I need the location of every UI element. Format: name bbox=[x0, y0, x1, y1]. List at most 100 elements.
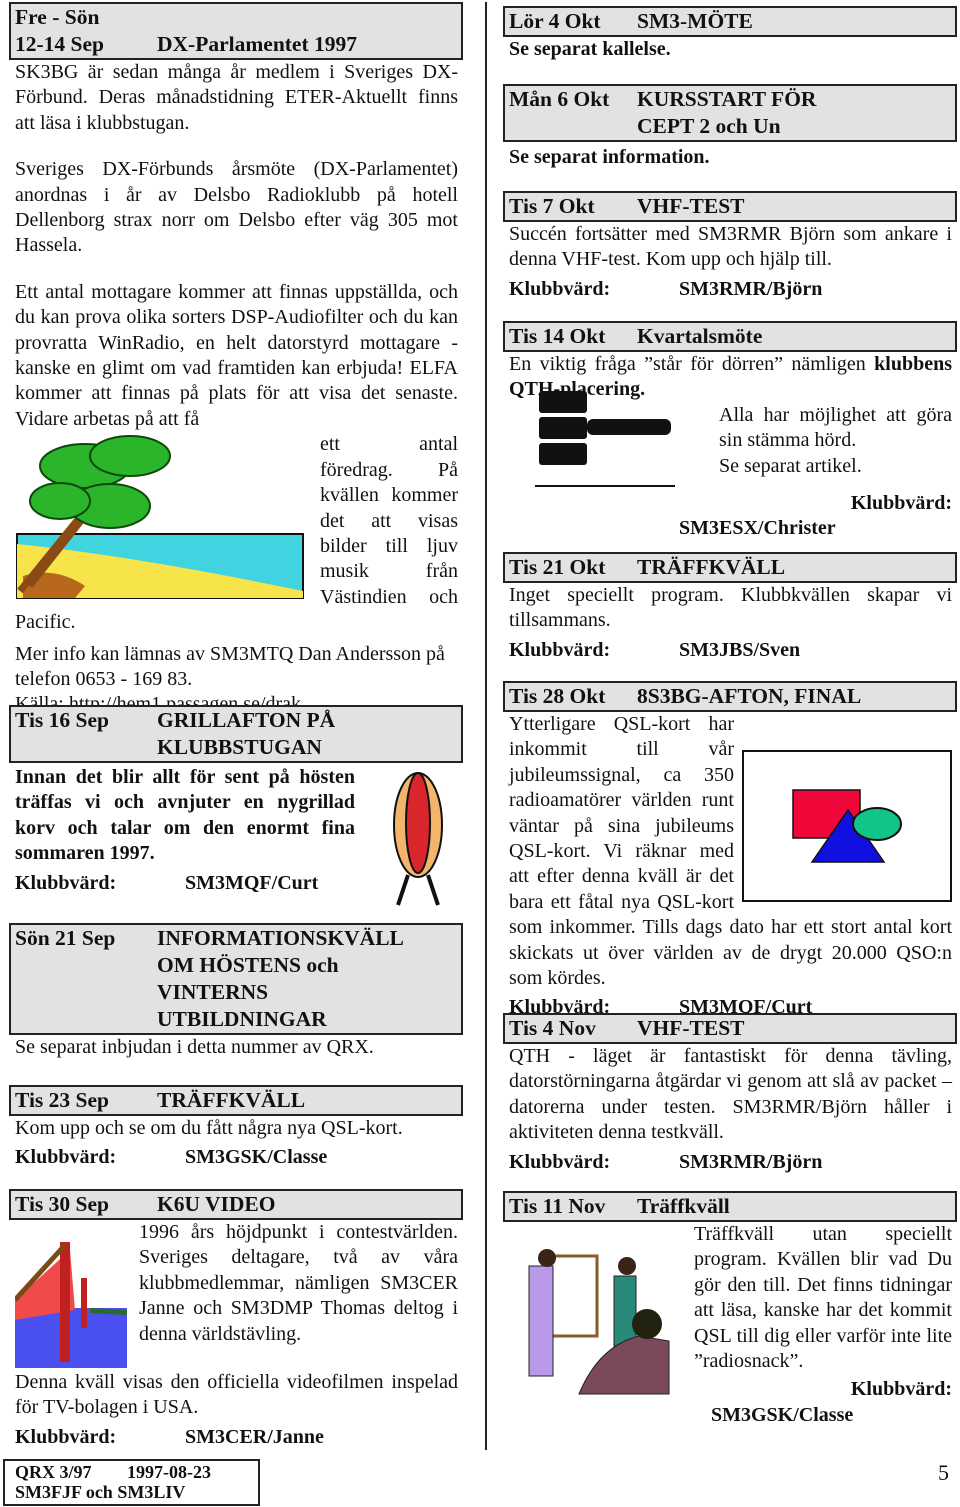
event-date: Tis 23 Sep bbox=[15, 1088, 109, 1112]
event-header: Tis 4 Nov VHF-TEST bbox=[503, 1013, 957, 1044]
event-date: Tis 14 Okt bbox=[509, 324, 606, 348]
club-host: Klubbvärd: SM3CER/Janne bbox=[15, 1425, 458, 1450]
event-title: K6U VIDEO bbox=[157, 1192, 276, 1216]
event-header: Tis 30 Sep K6U VIDEO bbox=[9, 1189, 463, 1220]
club-host: Klubbvärd: SM3MQF/Curt bbox=[15, 871, 378, 896]
event-date: Tis 16 Sep bbox=[15, 708, 109, 732]
event-title: CEPT 2 och Un bbox=[637, 114, 781, 138]
paragraph: telefon 0653 - 169 83. bbox=[15, 667, 193, 690]
event-title: UTBILDNINGAR bbox=[157, 1007, 327, 1031]
event-traffkvall-11nov: Tis 11 Nov Träffkväll Träffkväll utan spe… bbox=[503, 1191, 957, 1428]
paragraph: Kom upp och se om du fått några nya QSL-… bbox=[15, 1117, 403, 1139]
event-traffkvall-21okt: Tis 21 Okt TRÄFFKVÄLL Inget speciellt pro… bbox=[503, 552, 957, 663]
event-date: Sön 21 Sep bbox=[15, 926, 116, 950]
host-value: SM3GSK/Classe bbox=[185, 1146, 328, 1169]
host-value: SM3JBS/Sven bbox=[679, 638, 801, 661]
event-header: Tis 14 Okt Kvartalsmöte bbox=[503, 321, 957, 352]
event-title: KLUBBSTUGAN bbox=[157, 735, 322, 759]
paragraph: Denna kväll visas den officiella videofi… bbox=[15, 1371, 458, 1419]
event-kursstart: Mån 6 Okt KURSSTART FÖR CEPT 2 och Un Se … bbox=[503, 84, 957, 170]
event-header: Sön 21 Sep INFORMATIONSKVÄLL OM HÖSTENS o… bbox=[9, 923, 463, 1035]
event-title: DX-Parlamentet 1997 bbox=[157, 32, 358, 56]
host-label: Klubbvärd: bbox=[15, 1146, 117, 1169]
event-title: VHF-TEST bbox=[637, 1016, 745, 1040]
event-title: VHF-TEST bbox=[637, 194, 745, 218]
editors: SM3FJF och SM3LIV bbox=[15, 1482, 186, 1502]
event-header: Tis 21 Okt TRÄFFKVÄLL bbox=[503, 552, 957, 583]
golden-gate-bridge-image bbox=[13, 1220, 139, 1370]
event-informationskvall: Sön 21 Sep INFORMATIONSKVÄLL OM HÖSTENS o… bbox=[9, 923, 463, 1060]
event-title: KURSSTART FÖR bbox=[637, 87, 817, 111]
host-value: SM3RMR/Björn bbox=[679, 277, 823, 300]
host-value: SM3MQF/Curt bbox=[185, 871, 319, 894]
host-label: Klubbvärd: bbox=[15, 1425, 117, 1448]
event-title: SM3-MÖTE bbox=[637, 9, 753, 33]
event-header: Mån 6 Okt KURSSTART FÖR CEPT 2 och Un bbox=[503, 84, 957, 142]
paragraph: SK3BG är sedan många år medlem i Sverige… bbox=[15, 61, 458, 134]
paragraph: Inget speciellt program. Klubbkvällen sk… bbox=[509, 584, 952, 632]
club-host: Klubbvärd: SM3GSK/Classe bbox=[15, 1145, 458, 1170]
host-value: SM3RMR/Björn bbox=[679, 1150, 823, 1173]
paragraph: Innan det blir allt för sent på hösten t… bbox=[15, 766, 355, 865]
event-date: Fre - Sön bbox=[15, 5, 100, 29]
issue-date: 1997-08-23 bbox=[127, 1462, 211, 1482]
event-header: Tis 16 Sep GRILLAFTON PÅ KLUBBSTUGAN bbox=[9, 705, 463, 763]
event-title: 8S3BG-AFTON, FINAL bbox=[637, 684, 862, 708]
host-label: Klubbvärd: bbox=[15, 871, 117, 894]
event-header: Tis 7 Okt VHF-TEST bbox=[503, 191, 957, 222]
club-host: Klubbvärd: SM3JBS/Sven bbox=[509, 638, 952, 663]
host-value: SM3ESX/Christer bbox=[679, 517, 836, 540]
paragraph: Mer info kan lämnas av SM3MTQ Dan Anders… bbox=[15, 642, 445, 665]
event-title: GRILLAFTON PÅ bbox=[157, 708, 336, 732]
meeting-people-image bbox=[519, 1246, 694, 1396]
paragraph: QTH - läget är fantastiskt för denna täv… bbox=[509, 1045, 952, 1144]
event-grillafton: Tis 16 Sep GRILLAFTON PÅ KLUBBSTUGAN Inna… bbox=[9, 705, 463, 915]
event-title: TRÄFFKVÄLL bbox=[157, 1088, 306, 1112]
paragraph: En viktig fråga ”står för dörren” nämlig… bbox=[509, 353, 866, 375]
event-date: Tis 4 Nov bbox=[509, 1016, 596, 1040]
event-title: Träffkväll bbox=[637, 1194, 730, 1218]
event-header: Tis 23 Sep TRÄFFKVÄLL bbox=[9, 1085, 463, 1116]
paragraph: Se separat information. bbox=[509, 146, 710, 168]
host-label: Klubbvärd: bbox=[509, 638, 611, 661]
host-value: SM3CER/Janne bbox=[185, 1425, 324, 1448]
column-divider bbox=[485, 2, 487, 1450]
club-host: Klubbvärd: SM3RMR/Björn bbox=[509, 1150, 952, 1175]
event-header: Tis 11 Nov Träffkväll bbox=[503, 1191, 957, 1222]
event-date: Tis 11 Nov bbox=[509, 1194, 606, 1218]
host-label: Klubbvärd: bbox=[509, 277, 611, 300]
paragraph: Sveriges DX-Förbunds årsmöte (DX-Parlame… bbox=[15, 158, 458, 257]
event-kvartalsmote: Tis 14 Okt Kvartalsmöte En viktig fråga ”… bbox=[503, 321, 957, 542]
event-date: Tis 21 Okt bbox=[509, 555, 606, 579]
event-date: Lör 4 Okt bbox=[509, 9, 601, 33]
event-title: TRÄFFKVÄLL bbox=[637, 555, 786, 579]
event-traffkvall-23sep: Tis 23 Sep TRÄFFKVÄLL Kom upp och se om d… bbox=[9, 1085, 463, 1171]
event-date: Tis 7 Okt bbox=[509, 194, 595, 218]
club-host: Klubbvärd: SM3RMR/Björn bbox=[509, 277, 952, 302]
event-title: OM HÖSTENS och bbox=[157, 953, 339, 977]
event-date: Tis 30 Sep bbox=[15, 1192, 109, 1216]
issue-number: QRX 3/97 bbox=[15, 1462, 92, 1482]
event-header: Lör 4 Okt SM3-MÖTE bbox=[503, 6, 957, 37]
shapes-image bbox=[742, 750, 952, 902]
event-title: VINTERNS bbox=[157, 980, 269, 1004]
paragraph: Se separat kallelse. bbox=[509, 38, 671, 60]
event-date: 12-14 Sep bbox=[15, 32, 104, 56]
event-date: Tis 28 Okt bbox=[509, 684, 606, 708]
event-sm3-mote: Lör 4 Okt SM3-MÖTE Se separat kallelse. bbox=[503, 6, 957, 62]
paragraph: Ett antal mottagare kommer att finnas up… bbox=[15, 280, 458, 430]
issue-footer: QRX 3/97 1997-08-23 SM3FJF och SM3LIV bbox=[3, 1459, 260, 1506]
hotdog-image bbox=[378, 765, 458, 915]
event-vhf-test-4nov: Tis 4 Nov VHF-TEST QTH - läget är fantast… bbox=[503, 1013, 957, 1175]
host-label: Klubbvärd: bbox=[850, 491, 952, 514]
event-vhf-test-7okt: Tis 7 Okt VHF-TEST Succén fortsätter med … bbox=[503, 191, 957, 302]
event-header: Tis 28 Okt 8S3BG-AFTON, FINAL bbox=[503, 681, 957, 712]
paragraph: Succén fortsätter med SM3RMR Björn som a… bbox=[509, 223, 952, 271]
event-title: Kvartalsmöte bbox=[637, 324, 763, 348]
event-date: Mån 6 Okt bbox=[509, 87, 610, 111]
event-8s3bg-afton: Tis 28 Okt 8S3BG-AFTON, FINAL Ytterligare… bbox=[503, 681, 957, 1021]
event-header: Fre - Sön 12-14 Sep DX-Parlamentet 1997 bbox=[9, 2, 463, 60]
host-label: Klubbvärd: bbox=[509, 1150, 611, 1173]
paragraph: Se separat inbjudan i detta nummer av QR… bbox=[15, 1036, 374, 1058]
event-title: INFORMATIONSKVÄLL bbox=[157, 926, 404, 950]
